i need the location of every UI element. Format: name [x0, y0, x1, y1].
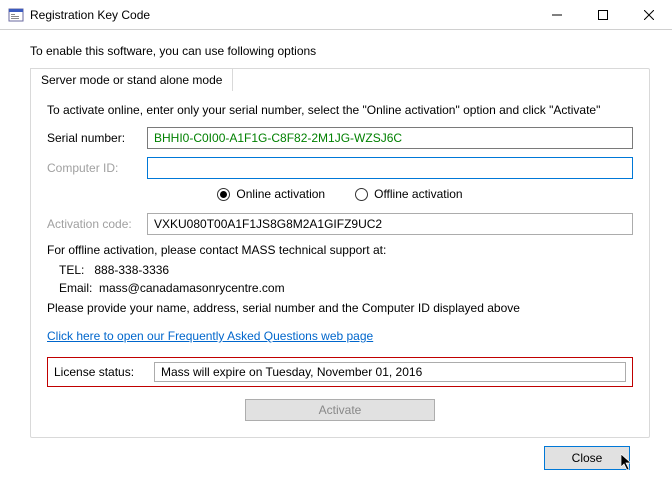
- activation-code-label: Activation code:: [47, 217, 147, 231]
- close-window-button[interactable]: [626, 0, 672, 30]
- tab-panel: Server mode or stand alone mode To activ…: [30, 68, 650, 438]
- support-tel-label: TEL:: [59, 263, 84, 277]
- license-status-field: [154, 362, 626, 382]
- intro-text: To enable this software, you can use fol…: [30, 44, 650, 58]
- activation-code-input[interactable]: [147, 213, 633, 235]
- cursor-icon: [621, 454, 635, 475]
- activate-button[interactable]: Activate: [245, 399, 435, 421]
- activation-mode-group: Online activation Offline activation: [47, 187, 633, 201]
- minimize-button[interactable]: [534, 0, 580, 30]
- online-activation-radio[interactable]: Online activation: [217, 187, 325, 201]
- radio-icon: [217, 188, 230, 201]
- online-activation-label: Online activation: [236, 187, 325, 201]
- offline-activation-radio[interactable]: Offline activation: [355, 187, 463, 201]
- support-email-label: Email:: [59, 281, 92, 295]
- license-label: License status:: [54, 365, 154, 379]
- support-tel: 888-338-3336: [94, 263, 169, 277]
- activation-code-row: Activation code:: [47, 213, 633, 235]
- license-status-row: License status:: [47, 357, 633, 387]
- offline-activation-label: Offline activation: [374, 187, 463, 201]
- tab-server-mode[interactable]: Server mode or stand alone mode: [30, 68, 233, 91]
- serial-input[interactable]: [147, 127, 633, 149]
- support-provide: Please provide your name, address, seria…: [47, 301, 633, 315]
- computer-id-label: Computer ID:: [47, 161, 147, 175]
- support-email: mass@canadamasonrycentre.com: [99, 281, 285, 295]
- serial-row: Serial number:: [47, 127, 633, 149]
- serial-label: Serial number:: [47, 131, 147, 145]
- close-button[interactable]: Close: [544, 446, 630, 470]
- computer-id-row: Computer ID:: [47, 157, 633, 179]
- support-lead: For offline activation, please contact M…: [47, 243, 633, 257]
- faq-link[interactable]: Click here to open our Frequently Asked …: [47, 329, 373, 343]
- computer-id-input[interactable]: [147, 157, 633, 179]
- app-icon: [8, 7, 24, 23]
- radio-icon: [355, 188, 368, 201]
- maximize-button[interactable]: [580, 0, 626, 30]
- activation-instruction: To activate online, enter only your seri…: [47, 103, 633, 117]
- support-info: For offline activation, please contact M…: [47, 243, 633, 315]
- close-button-label: Close: [572, 451, 603, 465]
- titlebar: Registration Key Code: [0, 0, 672, 30]
- window-title: Registration Key Code: [30, 8, 150, 22]
- window-controls: [534, 0, 672, 29]
